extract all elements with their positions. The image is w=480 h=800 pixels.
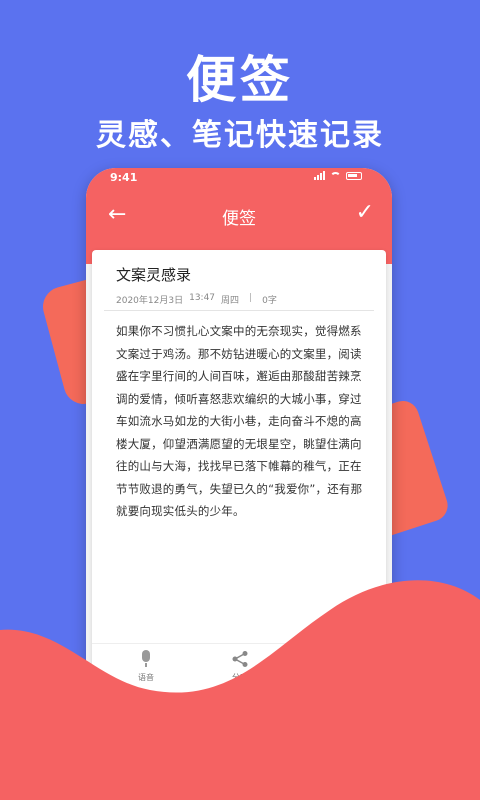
battery-icon (346, 171, 362, 180)
note-title[interactable]: 文案灵感录 (116, 264, 191, 285)
note-time: 13:47 (189, 293, 216, 303)
note-weekday: 周四 (221, 296, 240, 306)
app-bar-title: 便签 (222, 209, 256, 229)
note-body[interactable]: 如果你不习惯扎心文案中的无奈现实，觉得燃系文案过于鸡汤。那不妨钻进暖心的文案里，… (116, 320, 370, 523)
status-time: 9:41 (110, 171, 138, 184)
check-icon[interactable]: ✓ (356, 200, 374, 225)
note-meta: 2020年12月3日 13:47 周四 | 0字 (116, 293, 277, 306)
divider (104, 310, 374, 311)
note-word-count: 0字 (262, 296, 277, 306)
decorative-wave (0, 580, 480, 800)
wifi-icon (330, 171, 341, 180)
signal-icon (314, 171, 325, 180)
status-bar: 9:41 (86, 168, 392, 188)
hero-title: 便签 (186, 51, 294, 109)
meta-separator: | (249, 293, 253, 303)
hero-subtitle: 灵感、笔记快速记录 (96, 118, 384, 153)
note-date: 2020年12月3日 (116, 296, 184, 306)
